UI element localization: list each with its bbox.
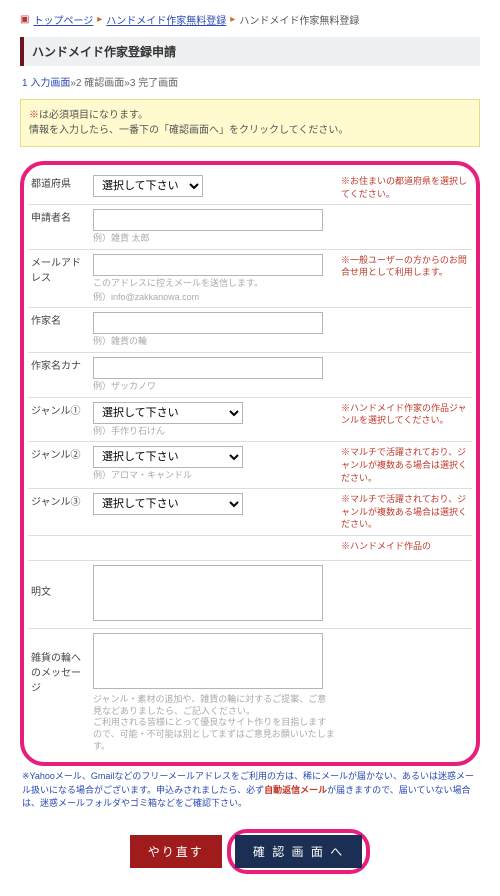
intro-textarea[interactable] (93, 565, 323, 621)
label-intro: 明文 (28, 560, 90, 628)
label-genre1: ジャンル① (28, 397, 90, 442)
label-name: 申請者名 (28, 205, 90, 250)
label-genre3: ジャンル③ (28, 489, 90, 536)
hint-mail1: このアドレスに控えメールを送信します。 (93, 278, 335, 290)
name-input[interactable] (93, 209, 323, 231)
home-icon: ▣ (20, 14, 29, 25)
genre1-select[interactable]: 選択して下さい (93, 402, 243, 424)
step-indicator: 1 入力画面»2 確認画面»3 完了画面 (22, 74, 480, 89)
hint-kana: 例）ザッカノワ (93, 381, 335, 393)
pref-select[interactable]: 選択して下さい (93, 175, 203, 197)
msg-textarea[interactable] (93, 633, 323, 689)
side-genre3: ※マルチで活躍されており、ジャンルが複数ある場合は選択ください。 (338, 489, 472, 536)
side-genre2: ※マルチで活躍されており、ジャンルが複数ある場合は選択ください。 (338, 442, 472, 489)
step-3: 3 完了画面 (130, 78, 178, 89)
confirm-button[interactable]: 確 認 画 面 へ (235, 835, 362, 868)
breadcrumb-mid-link[interactable]: ハンドメイド作家無料登録 (106, 12, 226, 27)
breadcrumb: ▣ トップページ ▸ ハンドメイド作家無料登録 ▸ ハンドメイド作家無料登録 (20, 12, 480, 27)
mail-note: ※Yahooメール、Gmailなどのフリーメールアドレスをご利用の方は、稀にメー… (22, 770, 478, 811)
confirm-highlight: 確 認 画 面 へ (227, 829, 370, 874)
side-pref: ※お住まいの都道府県を選択してください。 (338, 171, 472, 205)
label-msg: 雑貨の輪へのメッセージ (28, 628, 90, 756)
genre3-select[interactable]: 選択して下さい (93, 493, 243, 515)
label-kana: 作家名カナ (28, 352, 90, 397)
step-1: 1 入力画面 (22, 78, 70, 89)
genre2-select[interactable]: 選択して下さい (93, 446, 243, 468)
form-highlight: 都道府県 選択して下さい ※お住まいの都道府県を選択してください。 申請者名 例… (20, 161, 480, 766)
label-artist: 作家名 (28, 308, 90, 353)
hint-genre2: 例）アロマ・キャンドル (93, 470, 335, 482)
notice-box: ※は必須項目になります。 情報を入力したら、一番下の「確認画面へ」をクリックして… (20, 99, 480, 147)
reset-button[interactable]: やり直す (130, 835, 222, 868)
label-pref: 都道府県 (28, 171, 90, 205)
label-genre2: ジャンル② (28, 442, 90, 489)
hint-mail2: 例）info@zakkanowa.com (93, 292, 335, 304)
chevron-right-icon: ▸ (230, 14, 235, 25)
artist-input[interactable] (93, 312, 323, 334)
mail-input[interactable] (93, 254, 323, 276)
kana-input[interactable] (93, 357, 323, 379)
hint-name: 例）雑貨 太郎 (93, 233, 335, 245)
side-mail: ※一般ユーザーの方からのお問合せ用として利用します。 (338, 249, 472, 307)
label-mail: メールアドレス (28, 249, 90, 307)
side-genre1: ※ハンドメイド作家の作品ジャンルを選択してください。 (338, 397, 472, 442)
breadcrumb-home-link[interactable]: トップページ (33, 12, 93, 27)
chevron-right-icon: ▸ (97, 14, 102, 25)
hint-genre1: 例）手作り石けん (93, 426, 335, 438)
breadcrumb-current: ハンドメイド作家無料登録 (239, 12, 359, 27)
step-2: 2 確認画面 (76, 78, 124, 89)
hint-msg: ジャンル・素材の追加や、雑貨の輪に対するご提案、ご意見などありましたら、ご記入く… (93, 694, 335, 752)
side-works: ※ハンドメイド作品の (338, 535, 472, 560)
hint-artist: 例）雑貨の輪 (93, 336, 335, 348)
page-title: ハンドメイド作家登録申請 (20, 37, 480, 66)
